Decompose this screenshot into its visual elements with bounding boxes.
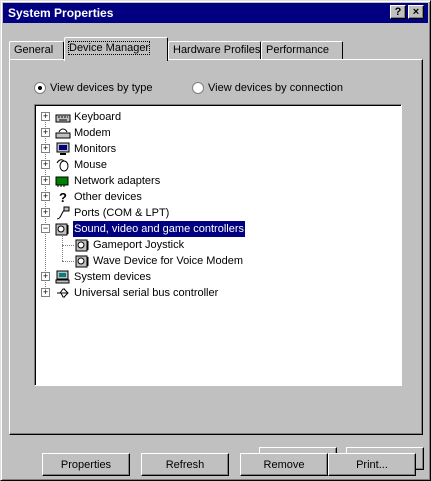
network-adapter-icon — [55, 174, 71, 188]
joystick-icon — [75, 238, 91, 252]
radio-selected-icon — [34, 82, 46, 94]
sound-device-icon — [75, 254, 91, 268]
device-category-label: Mouse — [74, 159, 108, 171]
expand-icon[interactable]: + — [41, 128, 50, 137]
refresh-button[interactable]: Refresh — [141, 453, 229, 476]
title-bar[interactable]: System Properties ? × — [3, 3, 428, 23]
expand-icon[interactable]: + — [41, 112, 50, 121]
device-category-label: Monitors — [74, 143, 117, 155]
device-category-label: Keyboard — [74, 111, 122, 123]
system-device-icon — [55, 270, 71, 284]
device-item-label: Gameport Joystick — [93, 239, 185, 251]
collapse-icon[interactable]: − — [41, 224, 50, 233]
modem-icon — [55, 126, 71, 140]
tree-connector-line — [62, 235, 63, 261]
tab-label: Device Manager — [67, 41, 151, 55]
expand-icon[interactable]: + — [41, 160, 50, 169]
mouse-icon — [55, 158, 71, 172]
tab-label: Hardware Profiles — [173, 44, 261, 56]
monitor-icon — [55, 142, 71, 156]
tab-strip: General Device Manager Hardware Profiles… — [9, 37, 423, 61]
expand-icon[interactable]: + — [41, 144, 50, 153]
tab-hardware-profiles[interactable]: Hardware Profiles — [168, 41, 261, 59]
device-category-label: Network adapters — [74, 175, 161, 187]
device-tree[interactable]: + Keyboard + Modem + Monitors + Mouse + Network a… — [34, 104, 402, 386]
question-mark-icon: ? — [55, 190, 71, 204]
keyboard-icon — [55, 110, 71, 124]
tab-performance[interactable]: Performance — [261, 41, 343, 59]
expand-icon[interactable]: + — [41, 192, 50, 201]
port-icon — [55, 206, 71, 220]
radio-unselected-icon — [192, 82, 204, 94]
usb-icon — [55, 286, 71, 300]
device-manager-page: View devices by type View devices by con… — [9, 59, 423, 476]
device-category-label: Sound, video and game controllers — [73, 221, 245, 237]
device-category-label: Ports (COM & LPT) — [74, 207, 170, 219]
system-properties-window: System Properties ? × General Device Man… — [0, 0, 431, 481]
radio-label: View devices by type — [50, 82, 153, 94]
expand-icon[interactable]: + — [41, 272, 50, 281]
close-button[interactable]: × — [408, 5, 424, 19]
device-item-label: Wave Device for Voice Modem — [93, 255, 243, 267]
tab-label: General — [14, 44, 54, 56]
properties-button[interactable]: Properties — [42, 453, 130, 476]
window-title: System Properties — [8, 6, 114, 20]
radio-label: View devices by connection — [208, 82, 343, 94]
tree-connector-line — [62, 261, 74, 262]
tab-label: Performance — [266, 44, 329, 56]
tab-device-manager[interactable]: Device Manager — [64, 37, 168, 61]
device-category-label: System devices — [74, 271, 152, 283]
device-category-label: Modem — [74, 127, 111, 139]
device-category-label: Universal serial bus controller — [74, 287, 219, 299]
expand-icon[interactable]: + — [41, 176, 50, 185]
help-button[interactable]: ? — [390, 5, 406, 19]
svg-text:?: ? — [59, 190, 67, 204]
tree-connector-line — [62, 245, 74, 246]
remove-button[interactable]: Remove — [240, 453, 328, 476]
print-button[interactable]: Print... — [328, 453, 416, 476]
expand-icon[interactable]: + — [41, 208, 50, 217]
tab-general[interactable]: General — [9, 41, 64, 59]
device-category-label: Other devices — [74, 191, 142, 203]
expand-icon[interactable]: + — [41, 288, 50, 297]
sound-controller-icon — [55, 222, 71, 236]
